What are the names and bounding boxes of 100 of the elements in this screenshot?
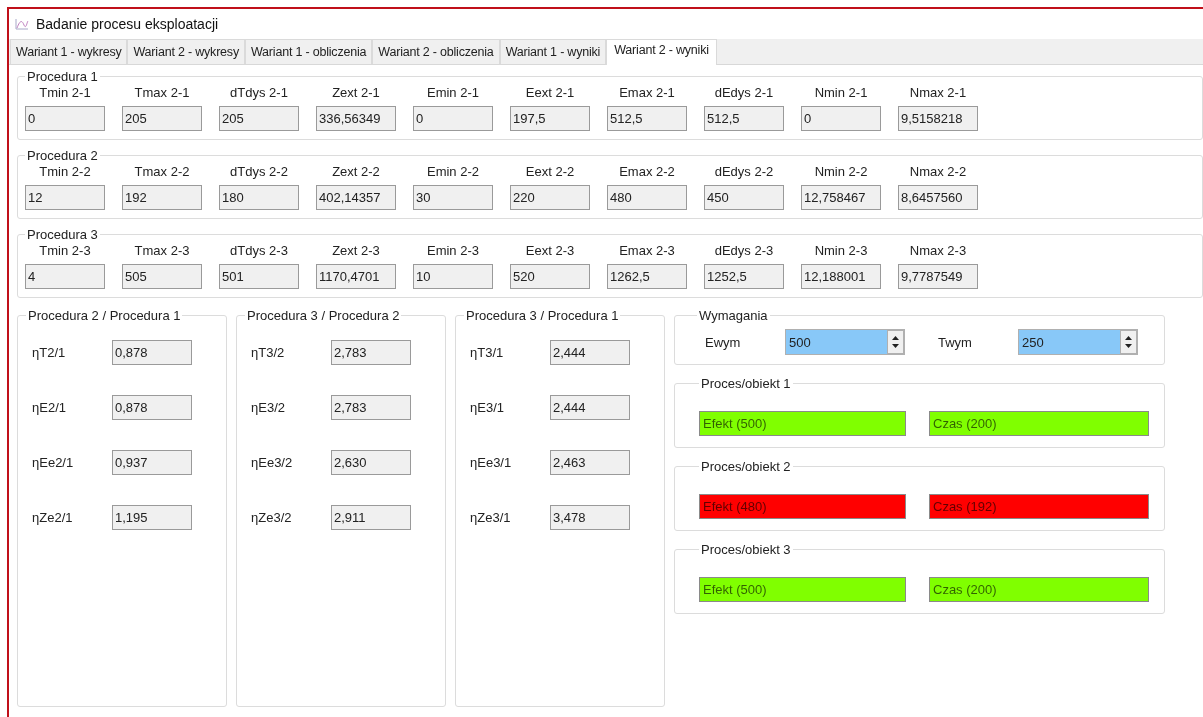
number-spinner[interactable]: 500 — [785, 329, 905, 355]
text-field[interactable]: 205 — [219, 106, 299, 131]
text-field[interactable]: 505 — [122, 264, 202, 289]
field-label: dEdys 2-3 — [714, 242, 774, 260]
field-label: Nmin 2-2 — [814, 163, 868, 181]
text-field[interactable]: 0 — [25, 106, 105, 131]
field-label: dTdys 2-3 — [230, 242, 288, 260]
text-field[interactable]: 2,911 — [331, 505, 411, 530]
text-field[interactable]: 1170,4701 — [316, 264, 396, 289]
text-field[interactable]: 205 — [122, 106, 202, 131]
text-field[interactable]: 12,188001 — [801, 264, 881, 289]
field-label: ηZe3/1 — [469, 510, 512, 525]
tab[interactable]: Wariant 1 - wyniki — [499, 39, 607, 64]
text-field[interactable]: 0,878 — [112, 395, 192, 420]
text-field[interactable]: 192 — [122, 185, 202, 210]
text-field[interactable]: 4 — [25, 264, 105, 289]
field-label: Emin 2-3 — [427, 242, 479, 260]
text-field[interactable]: 2,444 — [550, 340, 630, 365]
field-label: Zext 2-2 — [332, 163, 380, 181]
text-field[interactable]: 10 — [413, 264, 493, 289]
field-label: ηT3/1 — [469, 345, 505, 360]
text-field[interactable]: 2,630 — [331, 450, 411, 475]
text-field[interactable]: 9,7787549 — [898, 264, 978, 289]
text-field[interactable]: 30 — [413, 185, 493, 210]
text-field[interactable]: 12,758467 — [801, 185, 881, 210]
group-title: Procedura 3 / Procedura 1 — [465, 308, 620, 323]
text-field[interactable]: 402,14357 — [316, 185, 396, 210]
field-label: Tmin 2-2 — [39, 163, 91, 181]
text-field[interactable]: 1,195 — [112, 505, 192, 530]
field-label: Eext 2-2 — [525, 163, 575, 181]
group-title: Proces/obiekt 1 — [700, 376, 792, 391]
text-field[interactable]: 512,5 — [704, 106, 784, 131]
field-label: Emin 2-2 — [427, 163, 479, 181]
field-label: ηT3/2 — [250, 345, 286, 360]
text-field[interactable]: 2,783 — [331, 395, 411, 420]
text-field[interactable]: 1262,5 — [607, 264, 687, 289]
field-label: Zext 2-1 — [332, 84, 380, 102]
group-title: Procedura 1 — [26, 69, 99, 84]
group-title: Wymagania — [698, 308, 769, 323]
text-field[interactable]: 2,783 — [331, 340, 411, 365]
text-field[interactable]: 220 — [510, 185, 590, 210]
field-label: Nmax 2-3 — [909, 242, 967, 260]
text-field[interactable]: 0 — [801, 106, 881, 131]
status-indicator: Efekt (500) — [699, 411, 906, 436]
field-label: Emax 2-1 — [619, 84, 675, 102]
field-label: ηZe3/2 — [250, 510, 293, 525]
status-indicator: Czas (200) — [929, 411, 1149, 436]
field-label: Tmax 2-1 — [134, 84, 190, 102]
field-label: ηEe2/1 — [31, 455, 75, 470]
text-field[interactable]: 0,937 — [112, 450, 192, 475]
field-label: Tmin 2-1 — [39, 84, 91, 102]
spin-buttons[interactable] — [1120, 330, 1137, 354]
text-field[interactable]: 180 — [219, 185, 299, 210]
text-field[interactable]: 520 — [510, 264, 590, 289]
text-field[interactable]: 0 — [413, 106, 493, 131]
status-indicator: Efekt (480) — [699, 494, 906, 519]
group-title: Procedura 3 — [26, 227, 99, 242]
group-title: Proces/obiekt 3 — [700, 542, 792, 557]
field-label: dTdys 2-1 — [230, 84, 288, 102]
tab[interactable]: Wariant 2 - wyniki — [606, 39, 717, 65]
text-field[interactable]: 197,5 — [510, 106, 590, 131]
field-label: Emin 2-1 — [427, 84, 479, 102]
field-label: dEdys 2-1 — [714, 84, 774, 102]
field-label: Tmax 2-3 — [134, 242, 190, 260]
field-label: Emax 2-3 — [619, 242, 675, 260]
text-field[interactable]: 2,463 — [550, 450, 630, 475]
tab[interactable]: Wariant 2 - wykresy — [127, 39, 245, 64]
text-field[interactable]: 2,444 — [550, 395, 630, 420]
field-label: Nmin 2-3 — [814, 242, 868, 260]
text-field[interactable]: 480 — [607, 185, 687, 210]
field-label: Nmax 2-2 — [909, 163, 967, 181]
text-field[interactable]: 8,6457560 — [898, 185, 978, 210]
text-field[interactable]: 9,5158218 — [898, 106, 978, 131]
tab[interactable]: Wariant 1 - wykresy — [10, 39, 128, 64]
text-field[interactable]: 450 — [704, 185, 784, 210]
text-field[interactable]: 12 — [25, 185, 105, 210]
field-label: ηEe3/1 — [469, 455, 513, 470]
text-field[interactable]: 0,878 — [112, 340, 192, 365]
status-indicator: Czas (192) — [929, 494, 1149, 519]
number-spinner[interactable]: 250 — [1018, 329, 1138, 355]
text-field[interactable]: 3,478 — [550, 505, 630, 530]
field-label: ηT2/1 — [31, 345, 67, 360]
field-label: Tmax 2-2 — [134, 163, 190, 181]
text-field[interactable]: 512,5 — [607, 106, 687, 131]
group-title: Proces/obiekt 2 — [700, 459, 792, 474]
spin-buttons[interactable] — [887, 330, 904, 354]
tab[interactable]: Wariant 1 - obliczenia — [244, 39, 373, 64]
field-label: ηZe2/1 — [31, 510, 74, 525]
group-title: Procedura 2 / Procedura 1 — [27, 308, 182, 323]
status-indicator: Efekt (500) — [699, 577, 906, 602]
status-indicator: Czas (200) — [929, 577, 1149, 602]
field-label: ηE2/1 — [31, 400, 67, 415]
text-field[interactable]: 336,56349 — [316, 106, 396, 131]
field-label: Nmax 2-1 — [909, 84, 967, 102]
group-title: Procedura 2 — [26, 148, 99, 163]
text-field[interactable]: 1252,5 — [704, 264, 784, 289]
text-field[interactable]: 501 — [219, 264, 299, 289]
field-label: Ewym — [705, 334, 742, 350]
tab[interactable]: Wariant 2 - obliczenia — [372, 39, 500, 64]
field-label: Nmin 2-1 — [814, 84, 868, 102]
